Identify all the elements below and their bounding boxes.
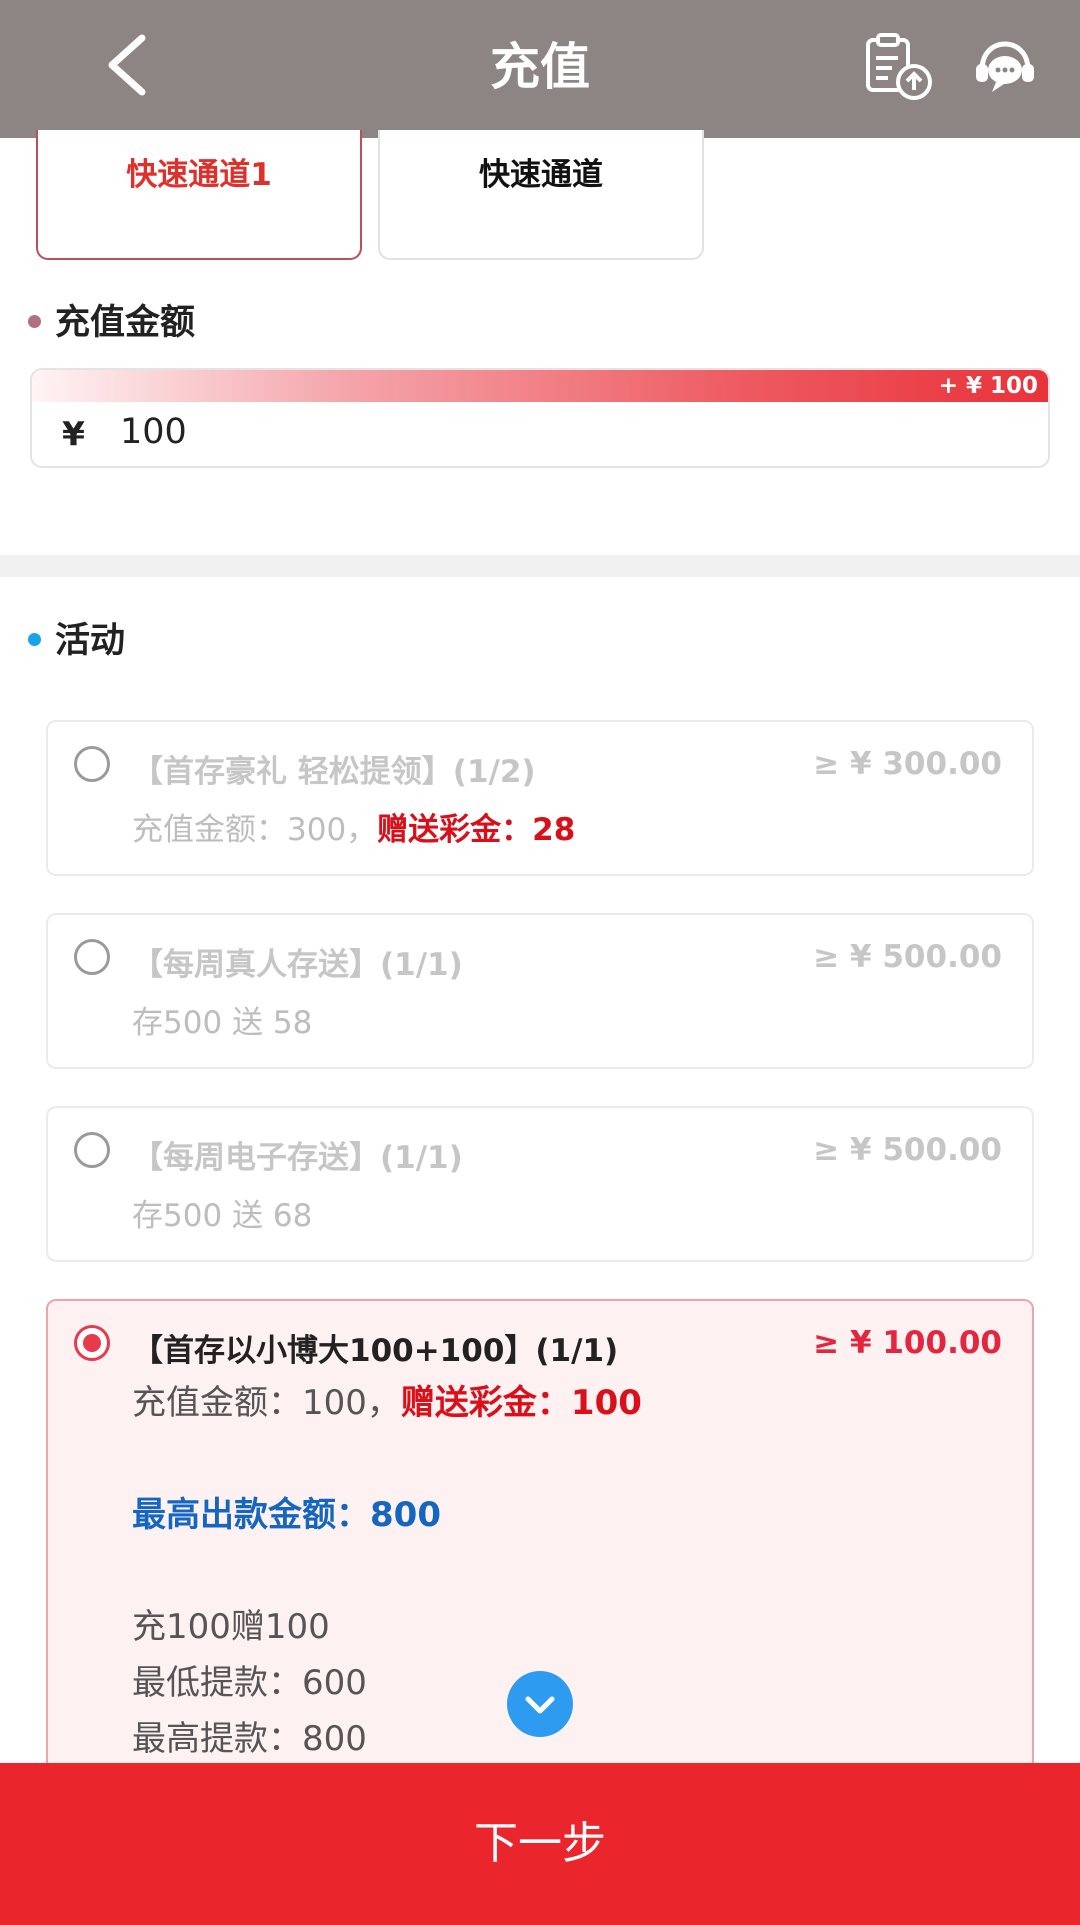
section-divider [0, 555, 1080, 577]
bonus-gradient-bar [32, 370, 1048, 402]
activity-desc: 存500 送 68 [132, 1198, 313, 1234]
activity-desc-text: 充值金额：300， [132, 812, 378, 848]
detail-line: 充100赠100 [132, 1607, 330, 1647]
activity-name: 【每周电子存送】(1/1) [132, 1140, 463, 1176]
activity-min-amount: ≥ ¥ 300.00 [813, 746, 1002, 782]
bonus-tag: + ¥ 100 [938, 373, 1038, 399]
detail-line: 最高提款：800 [132, 1719, 367, 1759]
activity-desc: 充值金额：300，赠送彩金：28 [132, 804, 575, 849]
activity-min-amount: ≥ ¥ 500.00 [813, 1132, 1002, 1168]
amount-section-label: 充值金额 [55, 303, 196, 343]
activity-min-amount: ≥ ¥ 100.00 [813, 1325, 1002, 1361]
activity-desc-text: 充值金额：100， [132, 1383, 401, 1423]
activity-min-amount: ≥ ¥ 500.00 [813, 939, 1002, 975]
activity-bonus-text: 赠送彩金：100 [400, 1383, 642, 1423]
detail-line: 最低提款：600 [132, 1663, 367, 1703]
activity-section-title: 活动 [28, 612, 125, 663]
radio-button-selected[interactable] [74, 1325, 110, 1361]
amount-input-box[interactable]: + ¥ 100 ¥ [30, 368, 1050, 468]
radio-button[interactable] [74, 746, 110, 782]
bullet-dot [28, 314, 41, 328]
customer-service-icon[interactable] [974, 40, 1036, 98]
currency-symbol: ¥ [62, 414, 85, 453]
top-bar: 充值 [0, 0, 1080, 138]
bullet-dot [28, 632, 41, 646]
activity-name: 【首存以小博大100+100】(1/1) [132, 1333, 619, 1369]
chevron-down-icon[interactable] [507, 1671, 573, 1737]
channel-tab-fast[interactable]: 快速通道 [378, 130, 704, 260]
amount-input[interactable] [120, 412, 520, 452]
amount-section-title: 充值金额 [28, 294, 195, 345]
max-withdraw-amount: 最高出款金额：800 [132, 1495, 441, 1535]
activity-name: 【每周真人存送】(1/1) [132, 947, 463, 983]
radio-button[interactable] [74, 939, 110, 975]
activity-desc: 充值金额：100，赠送彩金：100 [132, 1375, 642, 1424]
activity-card-first-deposit-gift[interactable]: 【首存豪礼 轻松提领】(1/2) ≥ ¥ 300.00 充值金额：300，赠送彩… [46, 720, 1034, 876]
clipboard-upload-icon[interactable] [862, 32, 934, 102]
activity-card-weekly-slots[interactable]: 【每周电子存送】(1/1) ≥ ¥ 500.00 存500 送 68 [46, 1106, 1034, 1262]
channel-tab-fast-1[interactable]: 快速通道1 [36, 130, 362, 260]
activity-bonus-text: 赠送彩金：28 [377, 812, 576, 848]
activity-card-weekly-live[interactable]: 【每周真人存送】(1/1) ≥ ¥ 500.00 存500 送 58 [46, 913, 1034, 1069]
radio-button[interactable] [74, 1132, 110, 1168]
next-step-button[interactable]: 下一步 [0, 1763, 1080, 1925]
activity-desc: 存500 送 58 [132, 1005, 313, 1041]
activity-section-label: 活动 [55, 621, 126, 661]
activity-name: 【首存豪礼 轻松提领】(1/2) [132, 754, 536, 790]
